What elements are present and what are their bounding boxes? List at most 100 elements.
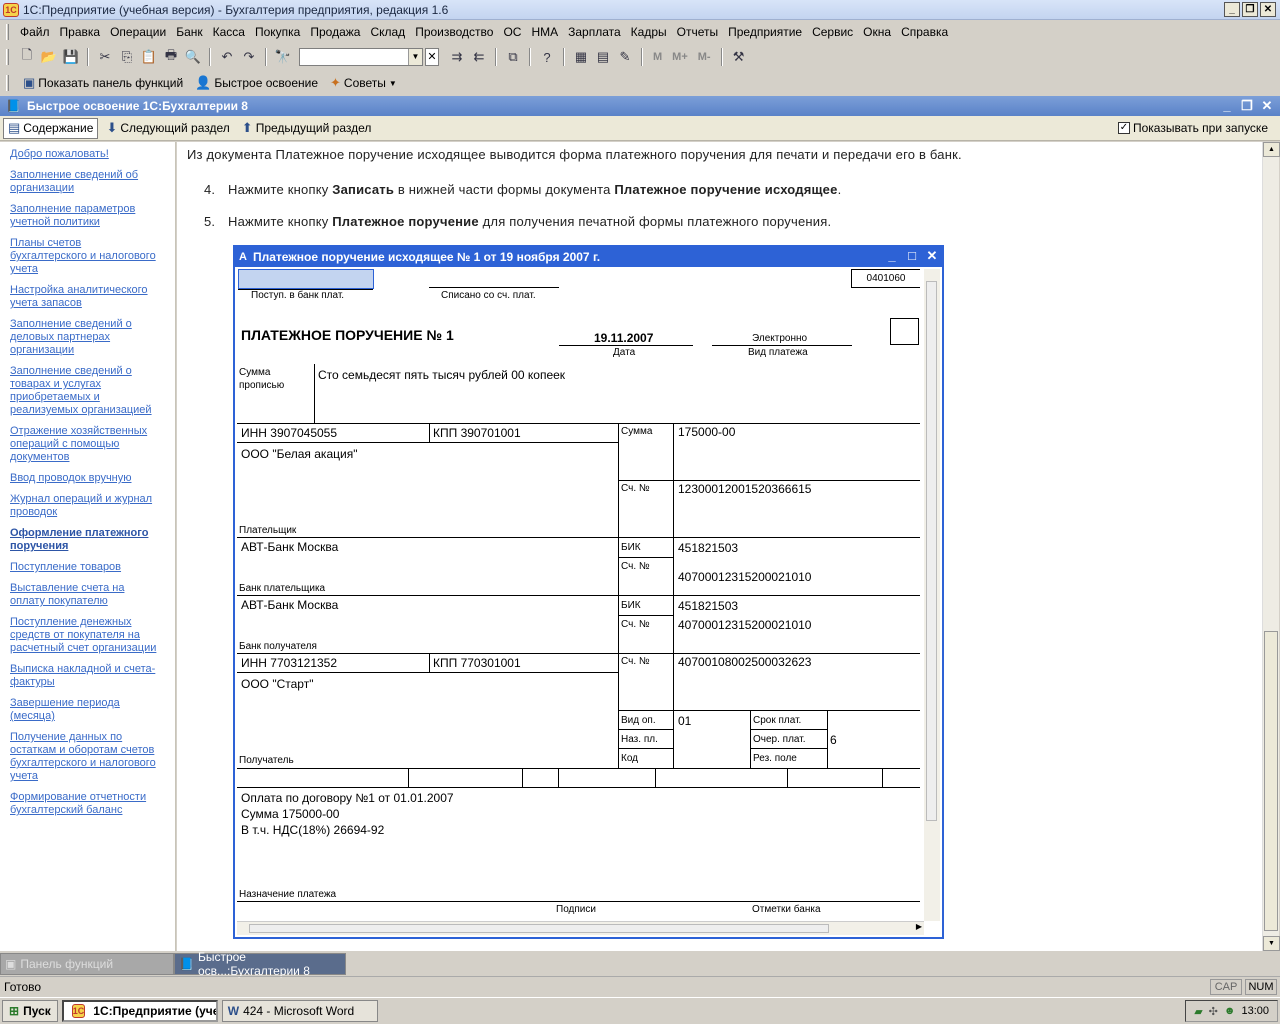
sidebar-link[interactable]: Заполнение сведений об организации: [10, 169, 160, 195]
menu-help[interactable]: Справка: [896, 25, 953, 39]
doc-close-button[interactable]: ✕: [926, 248, 938, 264]
sidebar-link[interactable]: Заполнение сведений о деловых партнерах …: [10, 318, 160, 357]
menu-reports[interactable]: Отчеты: [672, 25, 723, 39]
sidebar-link[interactable]: Выставление счета на оплату покупателю: [10, 582, 160, 608]
menu-service[interactable]: Сервис: [807, 25, 858, 39]
toolbar-grip[interactable]: [6, 49, 9, 65]
next-section-button[interactable]: ⬇ Следующий раздел: [102, 118, 233, 139]
menu-operations[interactable]: Операции: [105, 25, 171, 39]
tab-quick-learn[interactable]: 📘 Быстрое осв...:Бухгалтерии 8: [174, 950, 346, 978]
paste-icon[interactable]: 📋: [139, 47, 159, 67]
sidebar-link[interactable]: Настройка аналитического учета запасов: [10, 284, 160, 310]
search-input[interactable]: ▼: [299, 48, 423, 66]
prev-section-button[interactable]: ⬆ Предыдущий раздел: [238, 118, 376, 139]
menu-enterprise[interactable]: Предприятие: [723, 25, 807, 39]
menu-edit[interactable]: Правка: [55, 25, 106, 39]
sidebar-link[interactable]: Получение данных по остаткам и оборотам …: [10, 731, 160, 783]
sidebar-link[interactable]: Выписка накладной и счета-фактуры: [10, 663, 160, 689]
sidebar-link[interactable]: Поступление денежных средств от покупате…: [10, 616, 160, 655]
calendar-icon[interactable]: ▤: [593, 47, 613, 67]
minimize-button[interactable]: _: [1224, 2, 1240, 17]
pin-icon[interactable]: ✎: [615, 47, 635, 67]
sidebar-link[interactable]: Заполнение параметров учетной политики: [10, 203, 160, 229]
find-icon[interactable]: 🔭: [273, 47, 293, 67]
menu-windows[interactable]: Окна: [858, 25, 896, 39]
scroll-up-icon[interactable]: ▲: [1263, 142, 1280, 157]
save-icon[interactable]: 💾: [61, 47, 81, 67]
menu-personnel[interactable]: Кадры: [626, 25, 672, 39]
sidebar-link-active[interactable]: Оформление платежного поручения: [10, 527, 160, 553]
doc-vertical-scrollbar[interactable]: [924, 269, 940, 921]
sidebar-link[interactable]: Журнал операций и журнал проводок: [10, 493, 160, 519]
chevron-down-icon[interactable]: ▼: [389, 79, 397, 88]
taskbar-word-button[interactable]: W 424 - Microsoft Word: [221, 1000, 378, 1022]
menu-purchase[interactable]: Покупка: [250, 25, 305, 39]
doc-hscroll-thumb[interactable]: [249, 924, 829, 933]
help-icon[interactable]: ?: [537, 47, 557, 67]
scroll-right-icon[interactable]: ▶: [916, 922, 922, 931]
tray-icon[interactable]: ☻: [1224, 1005, 1236, 1017]
start-button[interactable]: ⊞ Пуск: [2, 1000, 58, 1022]
toolbar-grip[interactable]: [6, 24, 9, 40]
sidebar-link[interactable]: Формирование отчетности бухгалтерский ба…: [10, 791, 160, 817]
sidebar-link[interactable]: Завершение периода (месяца): [10, 697, 160, 723]
inner-maximize-button[interactable]: ❐: [1240, 98, 1254, 114]
menu-fixed-assets[interactable]: ОС: [498, 25, 526, 39]
sidebar-link[interactable]: Заполнение сведений о товарах и услугах …: [10, 365, 160, 417]
sidebar-link[interactable]: Планы счетов бухгалтерского и налогового…: [10, 237, 160, 276]
doc-minimize-button[interactable]: _: [886, 248, 898, 264]
menu-warehouse[interactable]: Склад: [365, 25, 410, 39]
menu-production[interactable]: Производство: [410, 25, 498, 39]
search-dropdown-icon[interactable]: ▼: [408, 49, 422, 65]
contents-button[interactable]: ▤ Содержание: [3, 117, 99, 139]
menu-sale[interactable]: Продажа: [305, 25, 365, 39]
menu-intangibles[interactable]: НМА: [526, 25, 563, 39]
nvidia-icon[interactable]: ▰: [1194, 1005, 1202, 1018]
undo-icon[interactable]: ↶: [217, 47, 237, 67]
doc-horizontal-scrollbar[interactable]: ▶: [237, 921, 924, 935]
tools-icon[interactable]: ⚒: [729, 47, 749, 67]
tab-functions-panel[interactable]: ▣ Панель функций: [0, 953, 174, 975]
sidebar-link[interactable]: Поступление товаров: [10, 561, 160, 574]
menu-file[interactable]: Файл: [15, 25, 55, 39]
inner-minimize-button[interactable]: _: [1220, 98, 1234, 114]
selected-cell[interactable]: [238, 269, 374, 289]
inner-close-button[interactable]: ✕: [1260, 98, 1274, 114]
sidebar-link[interactable]: Отражение хозяйственных операций с помощ…: [10, 425, 160, 464]
open-icon[interactable]: 📂: [39, 47, 59, 67]
copy-icon[interactable]: ⎘: [117, 47, 137, 67]
cut-icon[interactable]: ✂: [95, 47, 115, 67]
taskbar-1c-button[interactable]: 1С 1С:Предприятие (уче...: [61, 1000, 218, 1022]
print-icon[interactable]: 🖶: [161, 47, 181, 67]
close-button[interactable]: ✕: [1260, 2, 1276, 17]
show-functions-panel-button[interactable]: ▣ Показать панель функций: [19, 75, 187, 91]
find-next-icon[interactable]: ⇉: [447, 47, 467, 67]
find-prev-icon[interactable]: ⇇: [469, 47, 489, 67]
menu-salary[interactable]: Зарплата: [563, 25, 626, 39]
clear-search-button[interactable]: ✕: [425, 48, 439, 66]
scroll-down-icon[interactable]: ▼: [1263, 936, 1280, 951]
menu-bank[interactable]: Банк: [171, 25, 207, 39]
sidebar-link[interactable]: Добро пожаловать!: [10, 148, 160, 161]
sidebar-link[interactable]: Ввод проводок вручную: [10, 472, 160, 485]
doc-maximize-button[interactable]: □: [906, 248, 918, 264]
calculator-icon[interactable]: ▦: [571, 47, 591, 67]
menu-cash[interactable]: Касса: [208, 25, 250, 39]
content-scrollbar[interactable]: ▲ ▼: [1262, 142, 1280, 951]
preview-icon[interactable]: 🔍: [183, 47, 203, 67]
checkbox-checked-icon[interactable]: ✓: [1117, 122, 1130, 134]
new-document-icon[interactable]: 🗋: [17, 47, 37, 67]
quick-learn-button[interactable]: 👤 Быстрое освоение: [191, 75, 322, 91]
windows-icon[interactable]: ⧉: [503, 47, 523, 67]
redo-icon[interactable]: ↷: [239, 47, 259, 67]
network-icon[interactable]: ✣: [1209, 1005, 1218, 1018]
memory-m-icon[interactable]: M: [649, 51, 666, 63]
memory-plus-icon[interactable]: M+: [668, 51, 692, 63]
toolbar-grip[interactable]: [6, 75, 9, 91]
memory-minus-icon[interactable]: M-: [694, 51, 715, 63]
tips-button[interactable]: ✦ Советы ▼: [326, 75, 401, 91]
restore-button[interactable]: ❐: [1242, 2, 1258, 17]
show-on-start-checkbox[interactable]: ✓ Показывать при запуске: [1117, 121, 1268, 135]
scroll-thumb[interactable]: [1264, 631, 1278, 931]
doc-scroll-thumb[interactable]: [926, 281, 937, 821]
